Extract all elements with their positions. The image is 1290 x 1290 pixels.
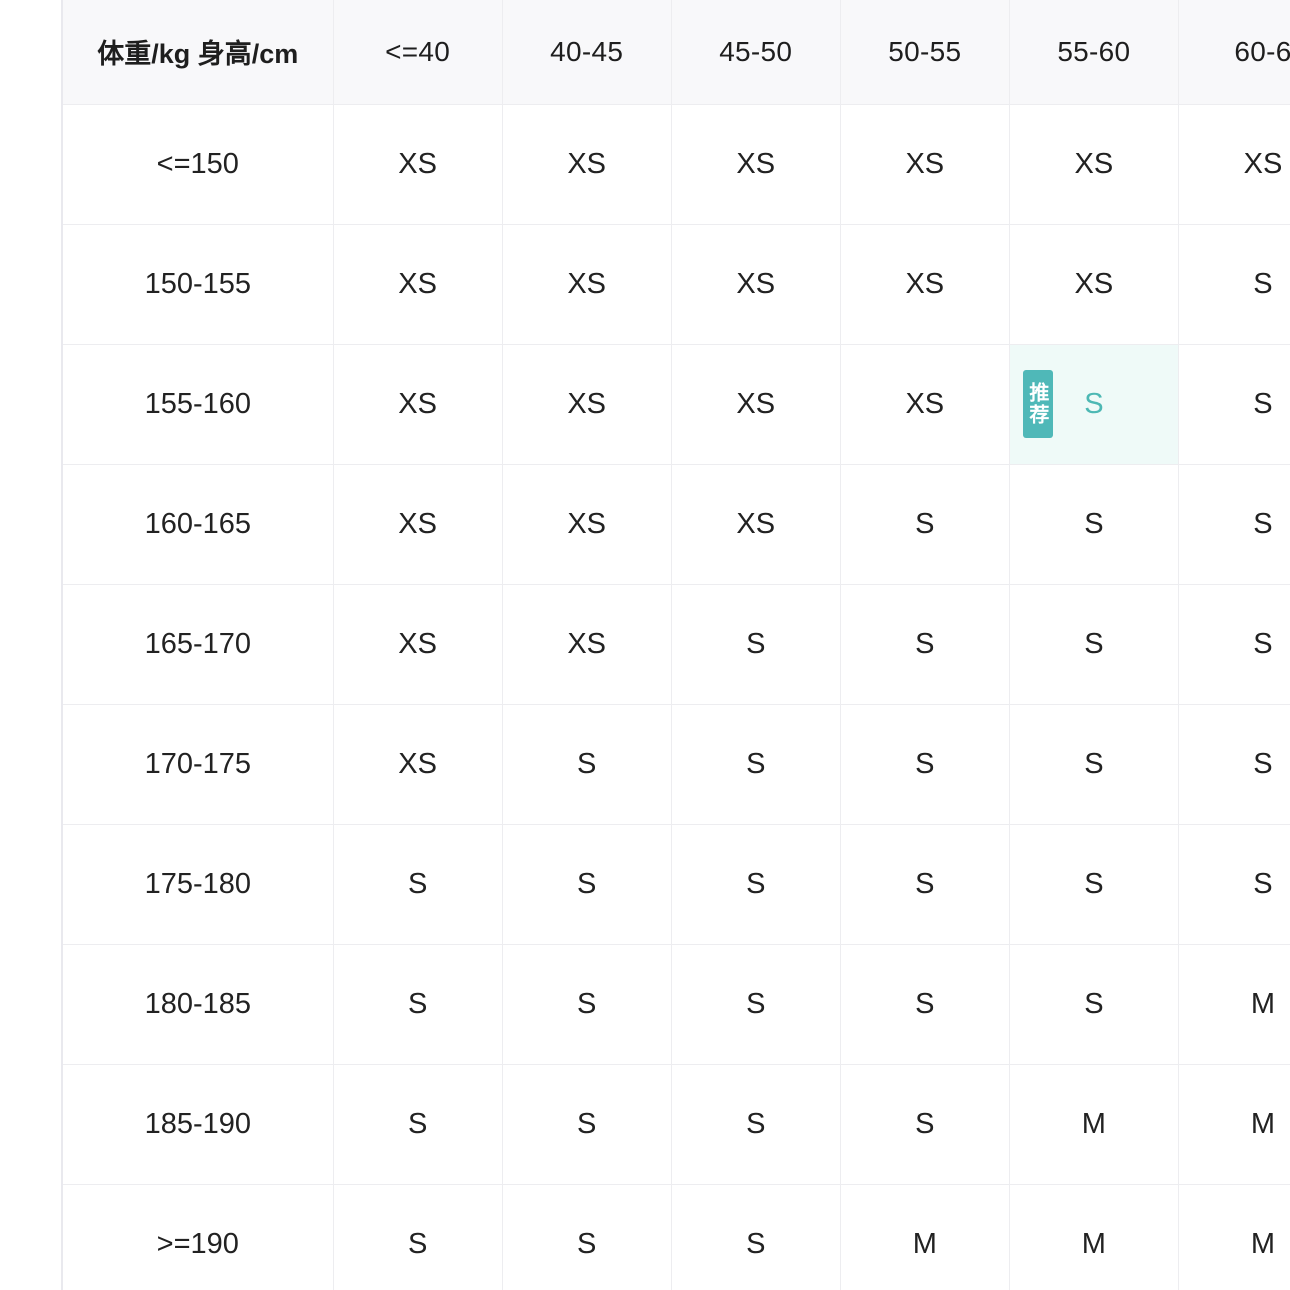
size-cell: S — [1178, 704, 1290, 825]
size-cell: XS — [502, 104, 672, 225]
size-cell: S — [840, 584, 1010, 705]
size-cell: S — [502, 1184, 672, 1290]
table-row: 150-155 XS XS XS XS XS S — [63, 224, 1290, 345]
size-cell: S — [502, 1064, 672, 1185]
size-cell: S — [333, 1184, 503, 1290]
size-cell: S — [671, 944, 841, 1065]
table-header-row: 体重/kg 身高/cm <=40 40-45 45-50 50-55 55-60… — [63, 0, 1290, 105]
size-cell: S — [840, 464, 1010, 585]
size-cell: XS — [1178, 104, 1290, 225]
table-row: 170-175 XS S S S S S — [63, 704, 1290, 825]
size-cell: XS — [840, 224, 1010, 345]
size-cell: XS — [502, 464, 672, 585]
row-header: 170-175 — [63, 704, 334, 825]
size-cell: S — [840, 1064, 1010, 1185]
size-cell: S — [502, 704, 672, 825]
column-header: 40-45 — [502, 0, 672, 105]
column-header: 55-60 — [1009, 0, 1179, 105]
table-row: 185-190 S S S S M M — [63, 1064, 1290, 1185]
size-chart-scroll-area[interactable]: 体重/kg 身高/cm <=40 40-45 45-50 50-55 55-60… — [61, 0, 1290, 1290]
size-cell: S — [1178, 824, 1290, 945]
size-cell: S — [840, 944, 1010, 1065]
size-cell: XS — [333, 344, 503, 465]
size-cell: XS — [333, 224, 503, 345]
size-cell: S — [671, 1184, 841, 1290]
size-cell: XS — [333, 104, 503, 225]
recommended-size-cell: 推荐 S — [1009, 344, 1179, 465]
column-header: 50-55 — [840, 0, 1010, 105]
corner-header: 体重/kg 身高/cm — [63, 0, 334, 105]
size-cell: M — [1178, 1064, 1290, 1185]
size-cell: S — [1178, 584, 1290, 705]
row-header: 160-165 — [63, 464, 334, 585]
size-cell: S — [1178, 344, 1290, 465]
size-cell: S — [333, 944, 503, 1065]
size-value: S — [1084, 387, 1104, 420]
size-cell: XS — [502, 224, 672, 345]
size-cell: S — [840, 824, 1010, 945]
size-cell: S — [840, 704, 1010, 825]
table-row: 165-170 XS XS S S S S — [63, 584, 1290, 705]
row-header: 185-190 — [63, 1064, 334, 1185]
size-cell: XS — [502, 344, 672, 465]
size-cell: S — [1178, 464, 1290, 585]
table-row: 180-185 S S S S S M — [63, 944, 1290, 1065]
size-cell: XS — [502, 584, 672, 705]
size-cell: S — [1009, 464, 1179, 585]
table-row: >=190 S S S M M M — [63, 1184, 1290, 1290]
table-row: 160-165 XS XS XS S S S — [63, 464, 1290, 585]
table-row: <=150 XS XS XS XS XS XS — [63, 104, 1290, 225]
size-cell: XS — [840, 344, 1010, 465]
recommended-badge: 推荐 — [1022, 369, 1053, 438]
size-cell: M — [1009, 1064, 1179, 1185]
size-cell: S — [1009, 584, 1179, 705]
size-cell: S — [671, 1064, 841, 1185]
row-header: 150-155 — [63, 224, 334, 345]
size-cell: XS — [1009, 224, 1179, 345]
size-cell: XS — [333, 464, 503, 585]
row-header: <=150 — [63, 104, 334, 225]
size-cell: S — [333, 1064, 503, 1185]
size-cell: S — [671, 704, 841, 825]
size-cell: S — [671, 824, 841, 945]
size-cell: M — [1009, 1184, 1179, 1290]
size-cell: XS — [333, 584, 503, 705]
row-header: 165-170 — [63, 584, 334, 705]
size-cell: S — [1178, 224, 1290, 345]
size-cell: XS — [671, 464, 841, 585]
size-cell: S — [1009, 704, 1179, 825]
row-header: >=190 — [63, 1184, 334, 1290]
size-cell: XS — [671, 104, 841, 225]
row-header: 180-185 — [63, 944, 334, 1065]
size-chart-viewport: 体重/kg 身高/cm <=40 40-45 45-50 50-55 55-60… — [0, 0, 1290, 1290]
size-cell: S — [1009, 824, 1179, 945]
table-row: 155-160 XS XS XS XS 推荐 S S — [63, 344, 1290, 465]
size-cell: S — [502, 944, 672, 1065]
size-cell: XS — [1009, 104, 1179, 225]
size-cell: S — [671, 584, 841, 705]
size-cell: XS — [671, 224, 841, 345]
size-cell: M — [840, 1184, 1010, 1290]
table-body: <=150 XS XS XS XS XS XS 150-155 XS XS XS XS XS S 155-1… — [63, 104, 1290, 1290]
size-cell: S — [333, 824, 503, 945]
column-header: <=40 — [333, 0, 503, 105]
row-header: 155-160 — [63, 344, 334, 465]
column-header: 45-50 — [671, 0, 841, 105]
size-cell: XS — [840, 104, 1010, 225]
size-chart-table: 体重/kg 身高/cm <=40 40-45 45-50 50-55 55-60… — [63, 0, 1290, 1290]
size-cell: M — [1178, 1184, 1290, 1290]
size-cell: M — [1178, 944, 1290, 1065]
table-row: 175-180 S S S S S S — [63, 824, 1290, 945]
size-cell: XS — [333, 704, 503, 825]
row-header: 175-180 — [63, 824, 334, 945]
size-cell: S — [1009, 944, 1179, 1065]
size-cell: XS — [671, 344, 841, 465]
column-header: 60-6 — [1178, 0, 1290, 105]
size-cell: S — [502, 824, 672, 945]
